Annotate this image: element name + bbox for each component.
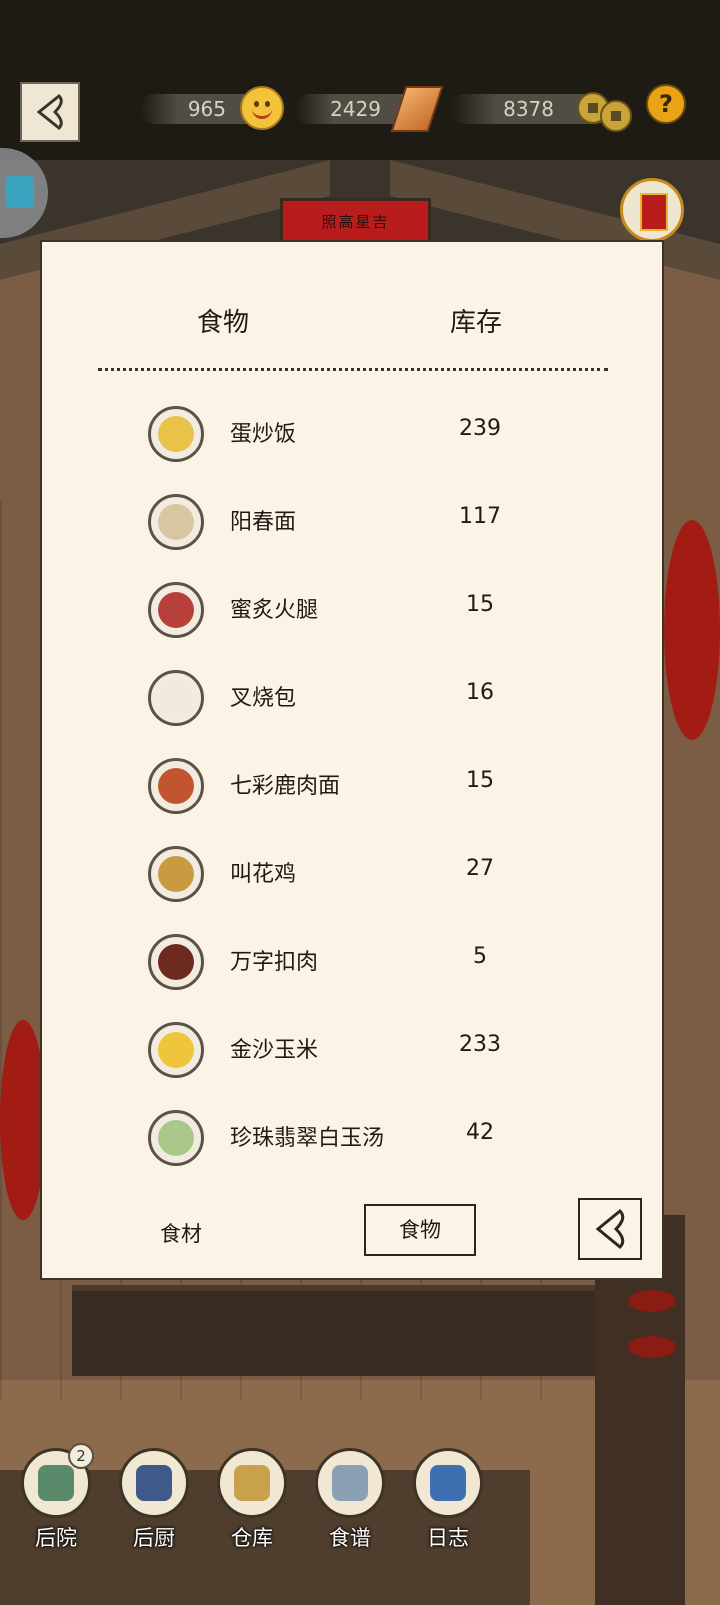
red-plant-right — [664, 520, 720, 740]
food-row[interactable]: 叫花鸡 27 — [42, 834, 662, 922]
nav-label: 后厨 — [133, 1526, 175, 1550]
red-pot — [628, 1290, 676, 1312]
tab-ingredients[interactable]: 食材 — [160, 1218, 202, 1248]
food-stock: 15 — [466, 768, 494, 793]
red-pot — [628, 1336, 676, 1358]
food-name: 阳春面 — [230, 510, 297, 535]
food-row[interactable]: 蛋炒饭 239 — [42, 394, 662, 482]
bbq-pork-bun-icon — [148, 670, 204, 726]
nav-label: 仓库 — [231, 1526, 273, 1550]
food-stock: 233 — [459, 1032, 501, 1057]
food-stock: 42 — [466, 1120, 494, 1145]
food-name: 蜜炙火腿 — [230, 598, 319, 623]
noodle-soup-icon — [148, 494, 204, 550]
nav-log[interactable]: 日志 — [410, 1448, 486, 1558]
honey-ham-icon — [148, 582, 204, 638]
warehouse-icon — [217, 1448, 287, 1518]
back-arrow-icon — [36, 93, 63, 131]
food-name: 叉烧包 — [230, 686, 297, 711]
inventory-dialog: 食物 库存 蛋炒饭 239 阳春面 117 蜜炙火腿 15 叉烧包 16 七彩鹿… — [40, 240, 664, 1280]
food-stock: 16 — [466, 680, 494, 705]
food-name: 金沙玉米 — [230, 1038, 319, 1063]
food-name: 七彩鹿肉面 — [230, 774, 341, 799]
nav-label: 日志 — [427, 1526, 469, 1550]
smile-count: 965 — [187, 97, 226, 121]
help-button[interactable]: ? — [646, 84, 686, 124]
food-row[interactable]: 七彩鹿肉面 15 — [42, 746, 662, 834]
dialog-back-button[interactable] — [578, 1198, 642, 1260]
journal-icon — [413, 1448, 483, 1518]
food-row[interactable]: 叉烧包 16 — [42, 658, 662, 746]
tab-food[interactable]: 食物 — [364, 1204, 476, 1256]
recipe-book-icon — [315, 1448, 385, 1518]
food-row[interactable]: 金沙玉米 233 — [42, 1010, 662, 1098]
food-stock: 117 — [459, 504, 501, 529]
venison-noodle-icon — [148, 758, 204, 814]
food-stock: 15 — [466, 592, 494, 617]
food-stock: 239 — [459, 416, 501, 441]
header-stock: 库存 — [450, 308, 503, 338]
coin-count: 8378 — [503, 97, 554, 121]
ranking-icon[interactable] — [620, 178, 684, 242]
notification-badge: 2 — [68, 1443, 94, 1469]
food-name: 蛋炒饭 — [230, 422, 297, 447]
nav-kitchen[interactable]: 后厨 — [116, 1448, 192, 1558]
food-stock: 27 — [466, 856, 494, 881]
nav-warehouse[interactable]: 仓库 — [214, 1448, 290, 1558]
food-name: 叫花鸡 — [230, 862, 297, 887]
nav-label: 后院 — [35, 1526, 77, 1550]
smile-face-icon — [240, 86, 284, 130]
dotted-divider — [98, 368, 608, 371]
food-name: 珍珠翡翠白玉汤 — [230, 1126, 385, 1151]
food-name: 万字扣肉 — [230, 950, 319, 975]
nav-recipes[interactable]: 食谱 — [312, 1448, 388, 1558]
shop-counter — [72, 1285, 612, 1376]
kitchen-icon — [119, 1448, 189, 1518]
back-button[interactable] — [20, 82, 80, 142]
food-row[interactable]: 蜜炙火腿 15 — [42, 570, 662, 658]
egg-fried-rice-icon — [148, 406, 204, 462]
braised-pork-icon — [148, 934, 204, 990]
shop-sign: 照高星吉 — [280, 198, 431, 246]
jade-tofu-soup-icon — [148, 1110, 204, 1166]
header-food: 食物 — [197, 308, 250, 338]
food-stock: 5 — [473, 944, 487, 969]
food-row[interactable]: 万字扣肉 5 — [42, 922, 662, 1010]
back-arrow-icon — [595, 1208, 625, 1250]
copper-coins-icon — [600, 100, 632, 132]
nav-label: 食谱 — [329, 1526, 371, 1550]
food-row[interactable]: 珍珠翡翠白玉汤 42 — [42, 1098, 662, 1186]
beggars-chicken-icon — [148, 846, 204, 902]
golden-corn-icon — [148, 1022, 204, 1078]
food-row[interactable]: 阳春面 117 — [42, 482, 662, 570]
gold-count: 2429 — [330, 97, 381, 121]
